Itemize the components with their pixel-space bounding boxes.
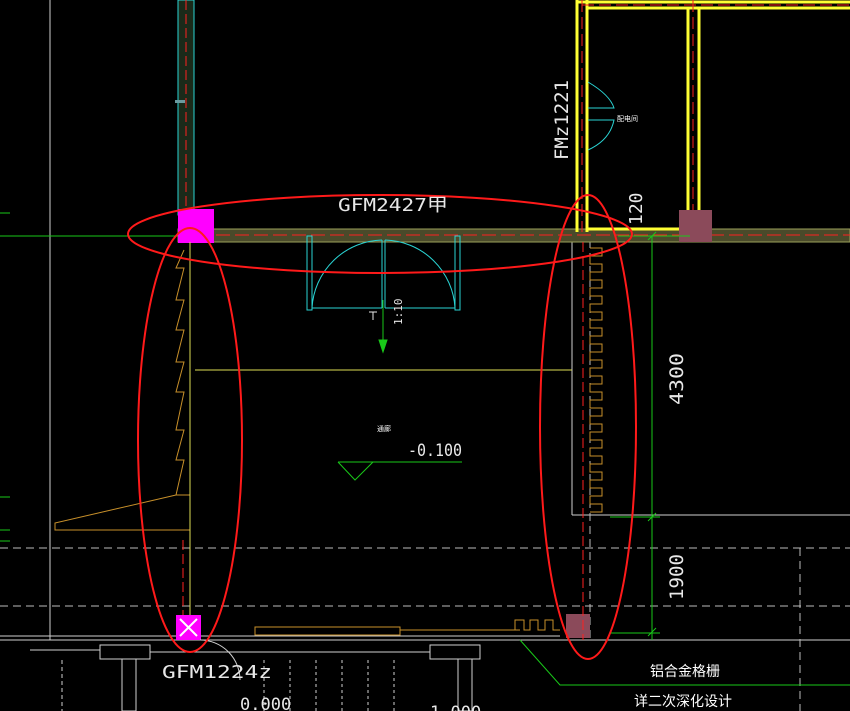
note-line-1: 铝合金格栅 bbox=[650, 663, 720, 679]
wall-thickness-label: 120 bbox=[626, 192, 647, 225]
bottom-railing bbox=[254, 619, 560, 636]
slope-mark bbox=[369, 311, 377, 320]
note-line-2: 详二次深化设计 bbox=[634, 693, 732, 709]
right-serrated-wall bbox=[589, 247, 603, 513]
slope-label: 1:10 bbox=[392, 299, 405, 326]
room-label-small: 配电间 bbox=[617, 114, 638, 123]
wall-left-top bbox=[175, 0, 195, 216]
annotation-ellipse-right bbox=[539, 194, 637, 660]
column-magenta-top bbox=[178, 209, 214, 243]
grid-ticks-left bbox=[0, 212, 180, 542]
wall-main-horizontal bbox=[177, 228, 850, 243]
level-label-bottom: 0.000 bbox=[240, 695, 291, 711]
column-maroon-right bbox=[679, 210, 712, 242]
cad-floor-plan: GFM2427甲 FMz1221 配电间 1:10 通廊 -0.100 120 … bbox=[0, 0, 850, 711]
door-label-fire: FMz1221 bbox=[551, 80, 573, 160]
column-maroon-bottom bbox=[566, 614, 590, 638]
left-ramp bbox=[54, 249, 191, 531]
level-label-main: -0.100 bbox=[408, 441, 462, 461]
door-label-bottom: GFM1224z bbox=[162, 662, 272, 683]
fire-door-swing bbox=[587, 81, 615, 151]
guide-lines bbox=[0, 0, 850, 641]
door-label-main: GFM2427甲 bbox=[338, 195, 448, 216]
dimension-label-lower: 1900 bbox=[666, 554, 688, 600]
level-label-bottom-cut: 1.000 bbox=[430, 703, 481, 711]
level-symbol bbox=[337, 461, 462, 481]
dimension-label-upper: 4300 bbox=[666, 353, 688, 405]
room-label: 通廊 bbox=[377, 424, 391, 433]
